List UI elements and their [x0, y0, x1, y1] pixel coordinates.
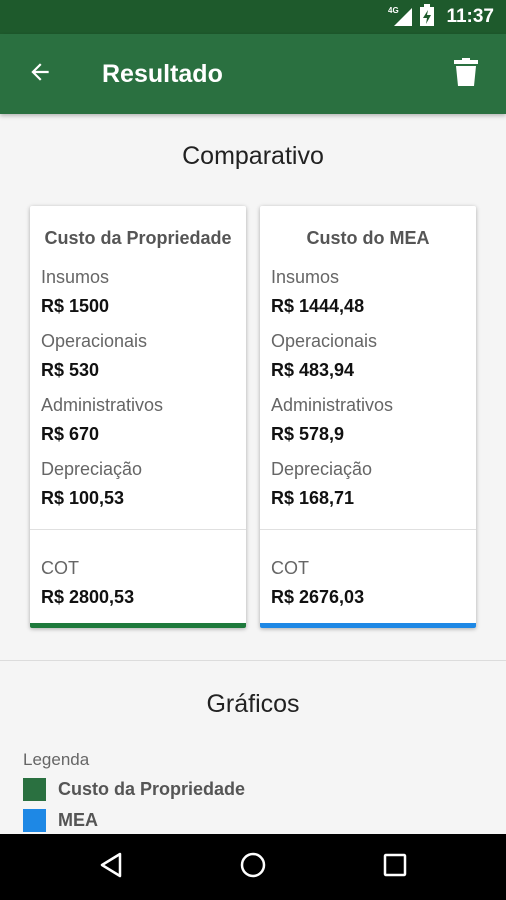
legend-swatch [23, 778, 46, 801]
card-color-stripe [260, 623, 476, 628]
cot-label: COT [271, 558, 309, 578]
triangle-back-icon [99, 852, 123, 883]
app-bar: Resultado [0, 34, 506, 114]
legend-label: Custo da Propriedade [58, 779, 246, 799]
chart-legend: Legenda Custo da Propriedade MEA [23, 750, 245, 832]
card-divider [260, 529, 476, 530]
svg-text:4G: 4G [388, 6, 399, 15]
comparativo-title: Comparativo [182, 142, 324, 170]
card-color-stripe [30, 623, 246, 628]
legend-label: MEA [58, 810, 98, 830]
depreciacao-label: Depreciação [41, 459, 143, 479]
legend-swatch [23, 809, 46, 832]
cot-value: R$ 2676,03 [271, 587, 365, 607]
depreciacao-value: R$ 100,53 [41, 488, 125, 508]
nav-home-button[interactable] [223, 837, 283, 897]
cot-label: COT [41, 558, 79, 578]
legend-item-propriedade: Custo da Propriedade [23, 778, 245, 801]
arrow-back-icon [27, 59, 53, 90]
nav-back-button[interactable] [81, 837, 141, 897]
card-divider [30, 529, 246, 530]
battery-icon [420, 3, 435, 31]
depreciacao-label: Depreciação [271, 459, 373, 479]
insumos-label: Insumos [41, 267, 110, 287]
delete-button[interactable] [426, 34, 506, 114]
page-title: Resultado [102, 59, 223, 88]
operacionais-label: Operacionais [271, 331, 378, 351]
card-custo-mea: Custo do MEA Insumos R$ 1444,48 Operacio… [260, 206, 476, 628]
legend-item-mea: MEA [23, 809, 245, 832]
card-heading: Custo da Propriedade [44, 228, 232, 248]
administrativos-label: Administrativos [271, 395, 394, 415]
clock-time: 11:37 [446, 6, 494, 27]
operacionais-label: Operacionais [41, 331, 148, 351]
result-content[interactable]: Comparativo Custo da Propriedade Insumos… [0, 114, 506, 834]
system-nav-bar [0, 834, 506, 900]
circle-home-icon [239, 851, 267, 884]
legend-title: Legenda [23, 750, 90, 769]
administrativos-label: Administrativos [41, 395, 164, 415]
insumos-value: R$ 1500 [41, 296, 110, 316]
graficos-title: Gráficos [206, 690, 300, 718]
administrativos-value: R$ 578,9 [271, 424, 345, 444]
square-recents-icon [383, 853, 407, 882]
back-button[interactable] [0, 34, 80, 114]
comparison-cards: Custo da Propriedade Insumos R$ 1500 Ope… [30, 206, 476, 628]
nav-recents-button[interactable] [365, 837, 425, 897]
depreciacao-value: R$ 168,71 [271, 488, 355, 508]
insumos-value: R$ 1444,48 [271, 296, 365, 316]
insumos-label: Insumos [271, 267, 340, 287]
cot-value: R$ 2800,53 [41, 587, 135, 607]
administrativos-value: R$ 670 [41, 424, 100, 444]
status-bar: 4G 11:37 [0, 0, 506, 34]
card-heading: Custo do MEA [306, 228, 430, 248]
operacionais-value: R$ 483,94 [271, 360, 355, 380]
card-custo-propriedade: Custo da Propriedade Insumos R$ 1500 Ope… [30, 206, 246, 628]
operacionais-value: R$ 530 [41, 360, 100, 380]
trash-icon [454, 57, 478, 91]
signal-4g-icon: 4G [388, 4, 414, 31]
section-divider [0, 660, 506, 661]
